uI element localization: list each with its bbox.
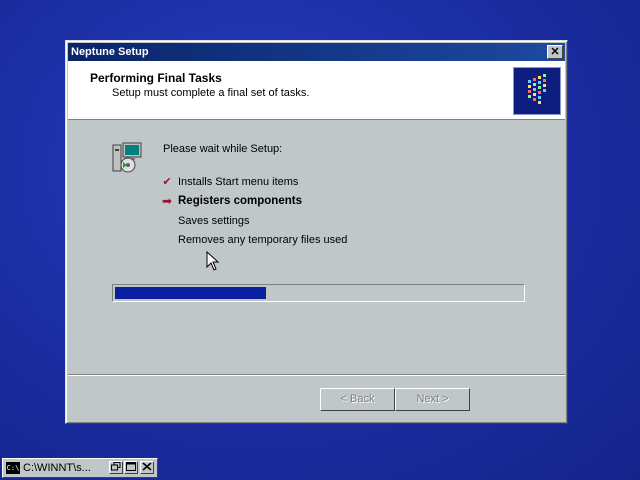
taskbar-label: C:\WINNT\s... (23, 462, 91, 474)
back-button[interactable]: < Back (320, 388, 395, 411)
command-prompt-icon: C:\ (6, 462, 20, 474)
check-icon: ✔ (162, 176, 172, 188)
wizard-header: Performing Final Tasks Setup must comple… (68, 61, 565, 120)
task-item: Installs Start menu items (178, 176, 299, 188)
progress-fill (115, 287, 266, 299)
mouse-cursor-icon (206, 250, 220, 276)
title-bar: Neptune Setup ✕ (68, 43, 565, 61)
taskbar-command-prompt[interactable]: C:\ C:\WINNT\s... (2, 458, 158, 478)
task-item-current: Registers components (178, 195, 302, 207)
page-title: Performing Final Tasks (90, 71, 222, 85)
wizard-logo-icon (513, 67, 561, 115)
setup-dialog: Neptune Setup ✕ Performing Final Tasks S… (65, 40, 568, 424)
setup-computer-icon (111, 141, 145, 175)
close-icon: ✕ (550, 46, 560, 58)
task-item: Removes any temporary files used (178, 234, 348, 246)
progress-bar (112, 284, 525, 302)
maximize-icon (126, 462, 136, 471)
arrow-right-icon: ➡ (161, 194, 173, 208)
close-button[interactable]: ✕ (547, 45, 563, 59)
wait-message: Please wait while Setup: (163, 143, 283, 155)
restore-icon (111, 462, 121, 471)
restore-button[interactable] (109, 461, 123, 474)
next-button[interactable]: Next > (395, 388, 470, 411)
close-taskbar-button[interactable] (140, 461, 154, 474)
close-icon (142, 462, 152, 471)
footer-separator (68, 374, 565, 376)
window-title: Neptune Setup (71, 46, 149, 58)
page-subtitle: Setup must complete a final set of tasks… (112, 87, 310, 99)
task-item: Saves settings (178, 215, 250, 227)
wizard-content: Please wait while Setup: ✔ Installs Star… (66, 121, 567, 373)
maximize-button[interactable] (124, 461, 138, 474)
